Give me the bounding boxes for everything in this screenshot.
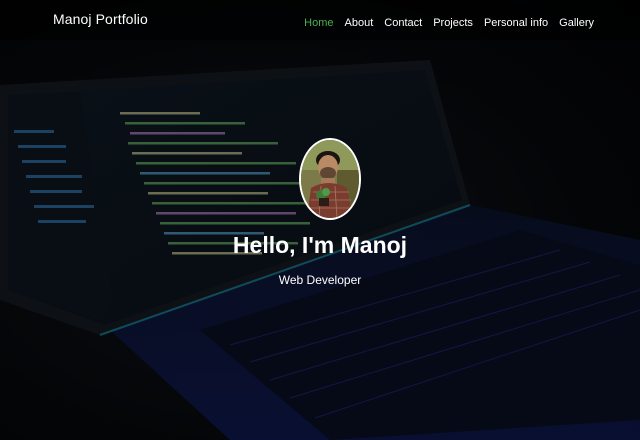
nav-link-personal-info[interactable]: Personal info: [484, 17, 548, 29]
nav-link-gallery[interactable]: Gallery: [559, 17, 594, 29]
brand-logo-link[interactable]: Manoj Portfolio: [53, 11, 148, 27]
nav-item-personal-info: Personal info: [484, 13, 548, 31]
nav-item-contact: Contact: [384, 13, 422, 31]
nav-item-projects: Projects: [433, 13, 473, 31]
hero-title: Hello, I'm Manoj: [232, 232, 408, 258]
hero-subtitle: Web Developer: [278, 273, 362, 287]
nav-item-about: About: [345, 13, 374, 31]
portfolio-page: Manoj Portfolio Home About Contact Proje…: [0, 0, 640, 440]
nav-links: Home About Contact Projects Personal inf…: [293, 13, 594, 31]
nav-item-home: Home: [304, 13, 333, 31]
nav-link-projects[interactable]: Projects: [433, 17, 473, 29]
navbar: Manoj Portfolio Home About Contact Proje…: [0, 0, 640, 40]
profile-photo: [301, 140, 359, 218]
nav-link-home[interactable]: Home: [304, 17, 333, 29]
nav-link-contact[interactable]: Contact: [384, 17, 422, 29]
nav-link-about[interactable]: About: [345, 17, 374, 29]
hero-section: Hello, I'm Manoj Web Developer: [0, 40, 640, 440]
nav-item-gallery: Gallery: [559, 13, 594, 31]
profile-avatar: [299, 138, 361, 220]
